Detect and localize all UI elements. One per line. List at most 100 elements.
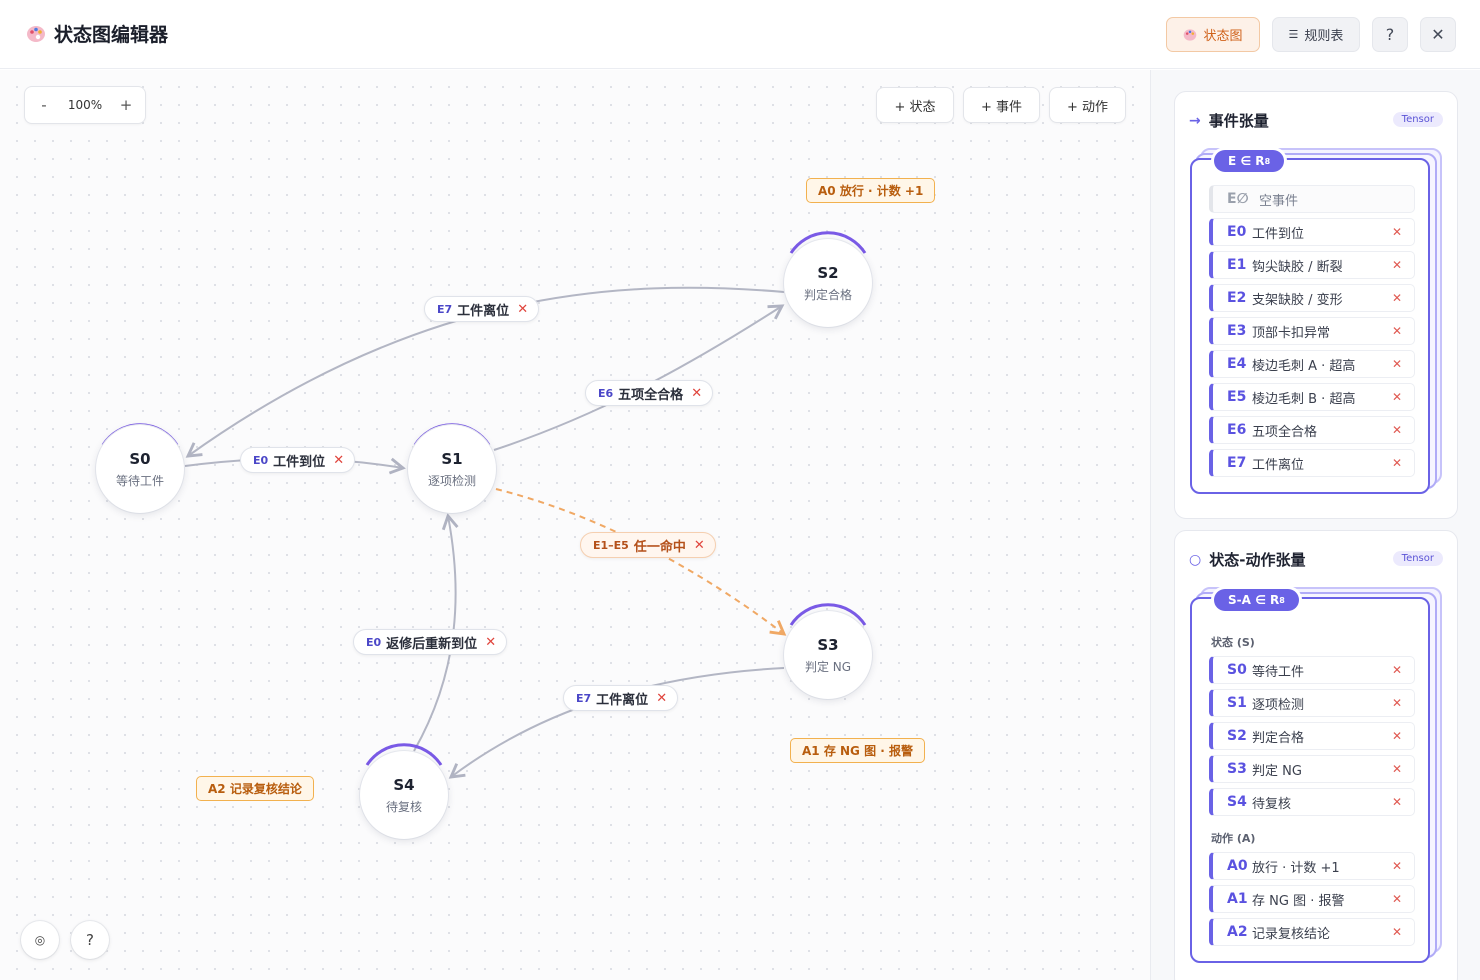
remove-edge-icon[interactable]: ✕ (694, 538, 705, 553)
event-row-e5[interactable]: E5 棱边毛刺 B · 超高 ✕ (1209, 383, 1415, 411)
state-node-s4[interactable]: S4 待复核 (360, 751, 448, 839)
state-node-s0[interactable]: S0 等待工件 (96, 425, 184, 513)
state-node-id: S0 (129, 450, 151, 468)
event-label: 工件离位 (1252, 457, 1305, 473)
state-action-tensor-title: ○ 状态-动作张量 (1189, 549, 1305, 570)
remove-icon[interactable]: ✕ (1392, 729, 1402, 743)
edge-event-id: E6 (598, 386, 614, 400)
state-row-s4[interactable]: S4 待复核 ✕ (1209, 788, 1415, 816)
state-node-id: S4 (393, 776, 415, 794)
event-tensor-card: → 事件张量 Tensor E ∈ R8 E∅ 空事件 E0 工件到位 ✕ E1… (1174, 91, 1458, 519)
remove-icon[interactable]: ✕ (1392, 456, 1402, 470)
tensor-badge: Tensor (1392, 112, 1443, 127)
edge-event-id: E1–E5 (593, 538, 629, 552)
remove-icon[interactable]: ✕ (1392, 390, 1402, 404)
diagram-canvas[interactable]: - 100% + + 状态 + 事件 + 动作 S0 等待工件 S1 逐项检测 … (0, 70, 1150, 980)
event-id: E0 (1227, 224, 1247, 240)
event-label: 工件到位 (1252, 226, 1305, 242)
event-label: 棱边毛刺 B · 超高 (1252, 391, 1356, 407)
locate-button[interactable]: ◎ (21, 921, 59, 959)
edge-event-text: 工件离位 (596, 692, 649, 708)
edge-s1-s3[interactable] (495, 488, 787, 636)
edge-label-e7-s2-s0[interactable]: E7 工件离位 ✕ (424, 296, 540, 322)
remove-icon[interactable]: ✕ (1392, 696, 1402, 710)
event-stack: E ∈ R8 E∅ 空事件 E0 工件到位 ✕ E1 钩尖缺胶 / 断裂 ✕ E… (1190, 150, 1430, 494)
remove-icon[interactable]: ✕ (1392, 423, 1402, 437)
event-label: 顶部卡扣异常 (1252, 325, 1331, 341)
edge-label-e0-s4-s1[interactable]: E0 返修后重新到位 ✕ (353, 629, 508, 655)
edge-event-id: E0 (366, 635, 382, 649)
remove-edge-icon[interactable]: ✕ (485, 635, 496, 650)
state-row-s2[interactable]: S2 判定合格 ✕ (1209, 722, 1415, 750)
event-row-e3[interactable]: E3 顶部卡扣异常 ✕ (1209, 317, 1415, 345)
remove-icon[interactable]: ✕ (1392, 859, 1402, 873)
remove-icon[interactable]: ✕ (1392, 892, 1402, 906)
action-row-a1[interactable]: A1 存 NG 图 · 报警 ✕ (1209, 885, 1415, 913)
table-icon: ☰ (1288, 28, 1299, 41)
help-icon: ? (86, 931, 94, 949)
state-node-label: 等待工件 (115, 474, 164, 488)
event-row-e2[interactable]: E2 支架缺胶 / 变形 ✕ (1209, 284, 1415, 312)
palette-icon (27, 25, 45, 42)
tab-state-diagram[interactable]: 状态图 (1166, 17, 1260, 52)
actions-section-label: 动作 (A) (1211, 832, 1256, 845)
state-label: 判定 NG (1252, 763, 1302, 779)
edge-event-text: 工件到位 (273, 454, 326, 470)
edge-label-e7-s3-s4[interactable]: E7 工件离位 ✕ (563, 685, 679, 711)
action-tag-a2[interactable]: A2 记录复核结论 (196, 776, 314, 801)
state-diagram-editor: 状态图编辑器 状态图 ☰ 规则表 ? ✕ - 100% + + 状态 + 事件 … (0, 0, 1480, 980)
close-button[interactable]: ✕ (1420, 17, 1456, 52)
state-row-s3[interactable]: S3 判定 NG ✕ (1209, 755, 1415, 783)
state-row-s0[interactable]: S0 等待工件 ✕ (1209, 656, 1415, 684)
remove-icon[interactable]: ✕ (1392, 925, 1402, 939)
remove-icon[interactable]: ✕ (1392, 795, 1402, 809)
edge-s1-s2[interactable] (493, 304, 785, 451)
action-tag-a1[interactable]: A1 存 NG 图 · 报警 (790, 738, 925, 763)
remove-icon[interactable]: ✕ (1392, 291, 1402, 305)
edge-event-text: 五项全合格 (618, 387, 684, 403)
event-tensor-title: → 事件张量 (1189, 110, 1269, 131)
event-row-e4[interactable]: E4 棱边毛刺 A · 超高 ✕ (1209, 350, 1415, 378)
circle-icon: ○ (1189, 551, 1202, 568)
remove-icon[interactable]: ✕ (1392, 324, 1402, 338)
state-node-label: 判定合格 (803, 288, 852, 302)
event-row-e7[interactable]: E7 工件离位 ✕ (1209, 449, 1415, 477)
state-node-id: S1 (441, 450, 463, 468)
remove-edge-icon[interactable]: ✕ (333, 453, 344, 468)
event-row-null[interactable]: E∅ 空事件 (1209, 185, 1415, 213)
tensor-tag-sup: 8 (1279, 595, 1285, 605)
help-button[interactable]: ? (1372, 17, 1408, 52)
remove-edge-icon[interactable]: ✕ (656, 691, 667, 706)
edge-label-e6-s1-s2[interactable]: E6 五项全合格 ✕ (585, 380, 714, 406)
remove-icon[interactable]: ✕ (1392, 762, 1402, 776)
remove-edge-icon[interactable]: ✕ (691, 386, 702, 401)
event-label: 支架缺胶 / 变形 (1252, 292, 1343, 308)
event-label: 钩尖缺胶 / 断裂 (1252, 259, 1343, 275)
state-node-s2[interactable]: S2 判定合格 (784, 239, 872, 327)
event-tensor-tag: E ∈ R8 (1214, 150, 1285, 172)
state-node-s1[interactable]: S1 逐项检测 (408, 425, 496, 513)
edge-label-e0-s0-s1[interactable]: E0 工件到位 ✕ (240, 447, 356, 473)
remove-icon[interactable]: ✕ (1392, 225, 1402, 239)
target-icon: ◎ (34, 933, 46, 947)
event-row-e0[interactable]: E0 工件到位 ✕ (1209, 218, 1415, 246)
state-node-s3[interactable]: S3 判定 NG (784, 611, 872, 699)
remove-edge-icon[interactable]: ✕ (517, 302, 528, 317)
state-action-tensor-tag: S-A ∈ R8 (1214, 589, 1299, 611)
edge-label-e1-e5-s1-s3[interactable]: E1–E5 任一命中 ✕ (580, 532, 716, 558)
state-row-s1[interactable]: S1 逐项检测 ✕ (1209, 689, 1415, 717)
event-row-e6[interactable]: E6 五项全合格 ✕ (1209, 416, 1415, 444)
remove-icon[interactable]: ✕ (1392, 258, 1402, 272)
remove-icon[interactable]: ✕ (1392, 357, 1402, 371)
canvas-help-button[interactable]: ? (71, 921, 109, 959)
edges-layer (101, 231, 867, 779)
tab-rule-table[interactable]: ☰ 规则表 (1272, 17, 1360, 52)
action-id: A1 (1227, 891, 1248, 907)
action-tag-a0[interactable]: A0 放行 · 计数 +1 (806, 178, 936, 203)
action-row-a0[interactable]: A0 放行 · 计数 +1 ✕ (1209, 852, 1415, 880)
event-row-e1[interactable]: E1 钩尖缺胶 / 断裂 ✕ (1209, 251, 1415, 279)
action-label: 放行 · 计数 +1 (1252, 860, 1340, 876)
action-row-a2[interactable]: A2 记录复核结论 ✕ (1209, 918, 1415, 946)
remove-icon[interactable]: ✕ (1392, 663, 1402, 677)
state-label: 逐项检测 (1252, 697, 1305, 713)
